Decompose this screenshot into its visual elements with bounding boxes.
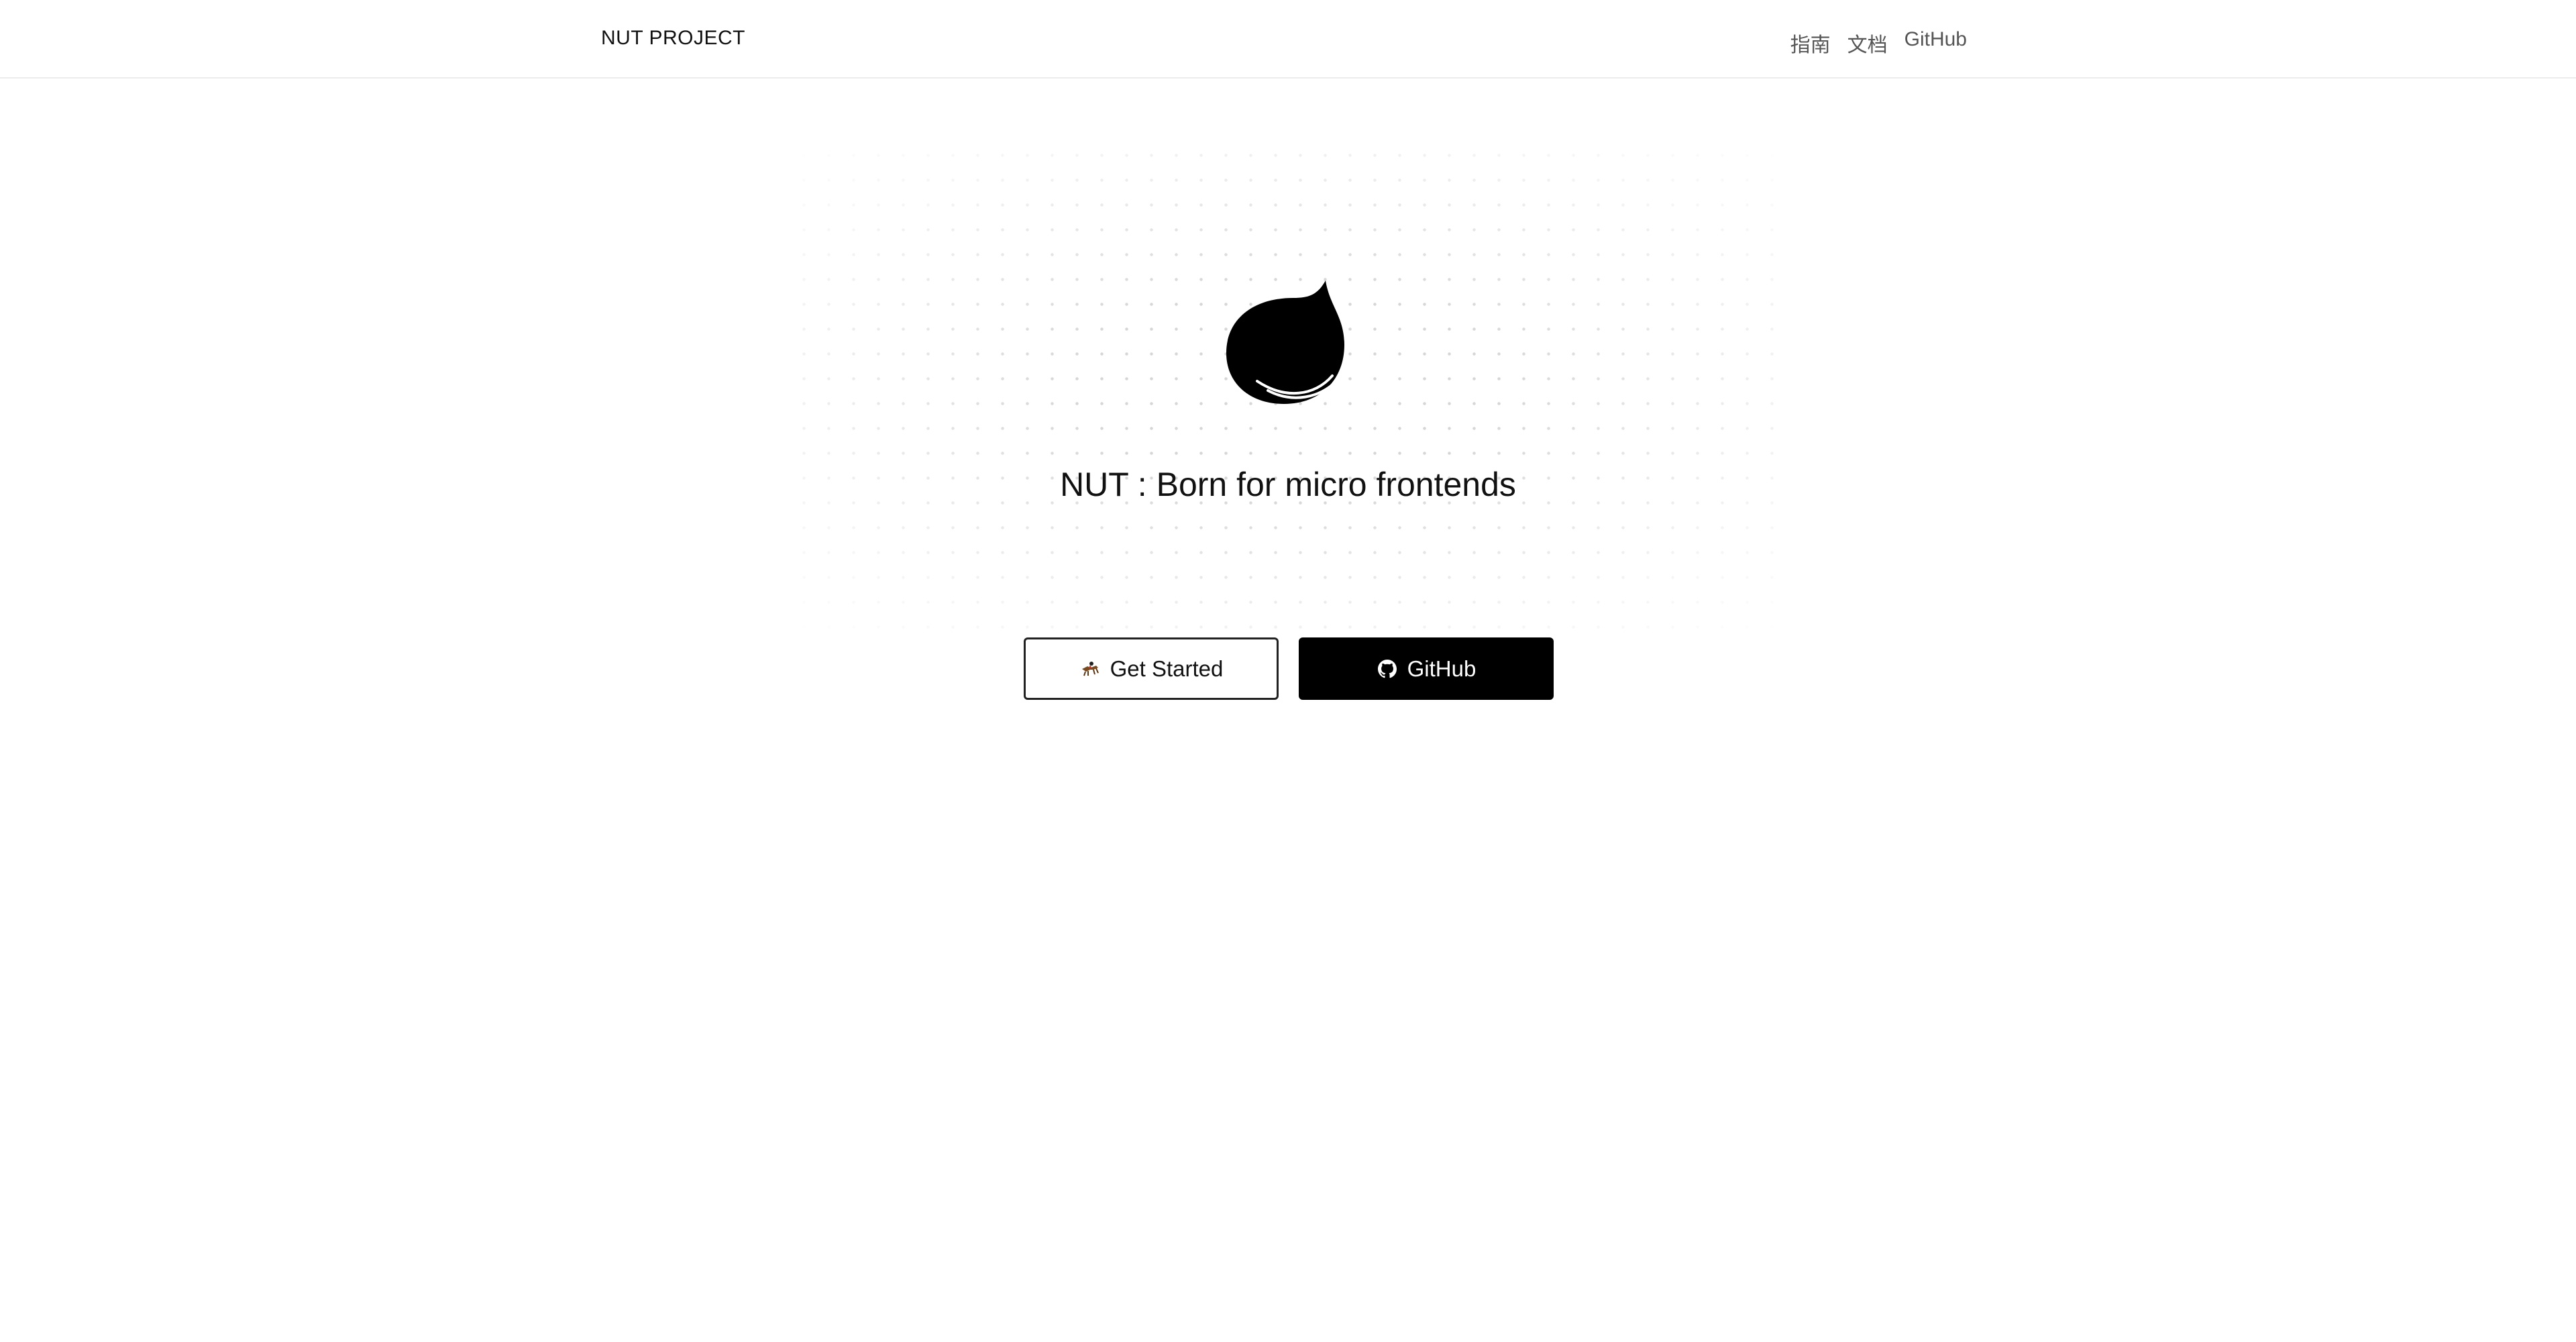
main-nav: 指南 文档 GitHub xyxy=(1790,28,1967,58)
github-button[interactable]: GitHub xyxy=(1299,637,1554,700)
nav-item-guide[interactable]: 指南 xyxy=(1790,28,1831,58)
top-navbar: NUT PROJECT 指南 文档 GitHub xyxy=(0,0,2576,79)
github-icon xyxy=(1377,658,1398,680)
nut-leaf-logo-icon xyxy=(1226,280,1344,404)
nav-item-github[interactable]: GitHub xyxy=(1904,28,1967,58)
rider-icon xyxy=(1079,658,1101,680)
nav-item-docs[interactable]: 文档 xyxy=(1847,28,1888,58)
hero-tagline: NUT : Born for micro frontends xyxy=(1060,466,1516,503)
github-button-label: GitHub xyxy=(1407,656,1477,681)
brand-link[interactable]: NUT PROJECT xyxy=(601,27,745,50)
get-started-button[interactable]: Get Started xyxy=(1024,637,1279,700)
get-started-label: Get Started xyxy=(1110,656,1224,681)
